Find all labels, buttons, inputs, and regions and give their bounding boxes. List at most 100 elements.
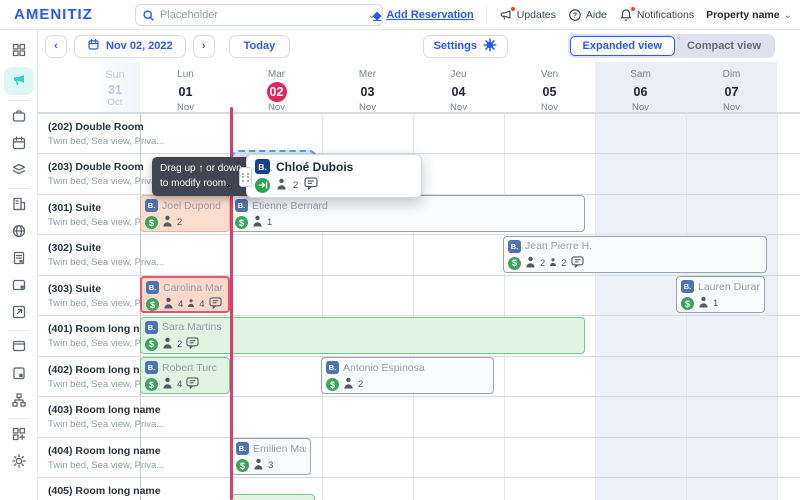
sidebar-item-clipboard[interactable]	[4, 361, 34, 388]
booking-badge: B.	[236, 442, 249, 455]
day-of-week: Jeu	[413, 69, 504, 80]
settings-button[interactable]: Settings	[423, 35, 508, 58]
adults-icon	[162, 377, 173, 392]
bell-icon	[619, 8, 633, 22]
drag-handle[interactable]	[239, 167, 252, 187]
sidebar-item-card-edit[interactable]	[4, 273, 34, 300]
gear-icon	[483, 38, 497, 55]
updates-menu[interactable]: Updates	[499, 8, 556, 22]
adults-icon	[525, 256, 536, 271]
room-description: Twin bed, Sea view, Priva...	[48, 176, 136, 187]
planning-icon	[11, 135, 27, 154]
reservation-block[interactable]: B.Antonio Espinosa$2	[321, 357, 494, 394]
weekend-shade	[595, 112, 686, 500]
calendar-toolbar: ‹ Nov 02, 2022 › Today Settings Expanded…	[38, 30, 800, 62]
invoice-icon	[11, 250, 27, 269]
room-name: (404) Room long name	[48, 445, 136, 457]
adults-icon	[276, 178, 287, 193]
sidebar-item-building[interactable]	[4, 192, 34, 219]
price-icon: $	[236, 459, 249, 472]
search-input[interactable]	[160, 9, 368, 21]
reservation-block[interactable]: B.Jean Pierre H.$22	[503, 236, 767, 273]
adults-count: 2	[540, 258, 545, 269]
room-name: (403) Room long name	[48, 404, 136, 416]
room-label-cell: (303) Suite Twin bed, Sea view, Priva...	[38, 276, 140, 316]
children-icon	[549, 257, 557, 270]
sidebar-item-grid-add[interactable]	[4, 422, 34, 449]
room-label-cell: (405) Room long name Twin bed, Sea view,…	[38, 478, 140, 500]
globe-icon	[11, 223, 27, 242]
global-search[interactable]: ⌄	[135, 4, 383, 26]
adults-count: 2	[177, 339, 182, 350]
briefcase-icon	[11, 108, 27, 127]
booking-badge: B.	[508, 240, 521, 253]
date-picker-button[interactable]: Nov 02, 2022	[74, 35, 186, 58]
grid-row-line	[38, 113, 800, 114]
property-selector[interactable]: Property name ⌄	[706, 9, 792, 21]
next-day-button[interactable]: ›	[193, 35, 215, 58]
adults-icon	[162, 337, 173, 352]
reservation-block[interactable]	[231, 494, 315, 500]
dragged-reservation-card[interactable]: B. Chloé Dubois 2	[246, 154, 422, 198]
room-label-cell: (302) Suite Twin bed, Sea view, Priva...	[38, 235, 140, 275]
grid-column-line	[504, 112, 505, 500]
compact-view-tab[interactable]: Compact view	[675, 36, 773, 56]
current-date-label: Nov 02, 2022	[106, 40, 173, 52]
reservation-block[interactable]: B.Emilien Marz...$3	[231, 438, 311, 475]
prev-day-dow: Sun	[90, 69, 140, 81]
grid-row-line	[38, 477, 800, 478]
sidebar-item-settings-gear[interactable]	[4, 449, 34, 476]
help-menu[interactable]: ? Aide	[568, 8, 607, 22]
today-button[interactable]: Today	[229, 35, 291, 58]
property-chevron-down-icon: ⌄	[784, 10, 792, 21]
room-description: Twin bed, Sea view, Priva...	[48, 338, 136, 349]
day-number: 05	[543, 85, 557, 99]
day-of-week: Mer	[322, 69, 413, 80]
updates-label: Updates	[517, 9, 556, 21]
reservation-block[interactable]: B.Carolina Mar...$44	[140, 276, 230, 313]
day-header: Lun 01 Nov	[140, 62, 231, 112]
today-date-badge: 02	[267, 82, 287, 102]
price-icon: $	[145, 378, 158, 391]
prev-day-button[interactable]: ‹	[45, 35, 67, 58]
add-reservation-button[interactable]: ◆ Add Reservation	[373, 9, 474, 22]
reservation-block[interactable]: B.Robert Turc$4	[140, 357, 230, 394]
adults-icon	[162, 215, 173, 230]
day-of-week: Dim	[686, 69, 777, 80]
expanded-view-tab[interactable]: Expanded view	[570, 36, 675, 56]
adults-count: 1	[713, 298, 718, 309]
room-label-cell: (202) Double Room Twin bed, Sea view, Pr…	[38, 114, 140, 154]
reservation-block[interactable]: B.Sara Martins$2	[140, 317, 585, 354]
booking-badge: B.	[146, 281, 159, 294]
price-icon: $	[235, 216, 248, 229]
org-chart-icon	[11, 392, 27, 411]
reservation-block[interactable]: B.Etienne Bernard$1	[230, 195, 585, 232]
sidebar-item-dashboard[interactable]	[4, 38, 34, 65]
reservation-block[interactable]: B.Lauren Durand$1	[676, 276, 765, 313]
room-description: Twin bed, Sea view, Priva...	[48, 217, 136, 228]
planning-calendar: Sun 31 OctLun 01 NovMar 02 NovMer 03 Nov…	[38, 62, 800, 500]
comment-icon	[186, 377, 199, 392]
booking-badge: B.	[145, 361, 158, 374]
sidebar-item-megaphone[interactable]	[4, 67, 34, 95]
sidebar-item-window[interactable]	[4, 334, 34, 361]
sidebar-item-briefcase[interactable]	[4, 104, 34, 131]
view-toggle: Expanded view Compact view	[568, 34, 775, 58]
children-icon	[187, 298, 195, 311]
reservation-block[interactable]: B.Joel Dupond$2	[140, 195, 230, 232]
sidebar-item-org-chart[interactable]	[4, 388, 34, 415]
guest-name: Sara Martins	[162, 321, 222, 333]
sidebar-item-external-link[interactable]	[4, 300, 34, 327]
sidebar-item-globe[interactable]	[4, 219, 34, 246]
price-icon: $	[145, 338, 158, 351]
adults-count: 2	[293, 180, 298, 191]
adults-icon	[163, 297, 174, 312]
notifications-menu[interactable]: Notifications	[619, 8, 694, 22]
room-label-cell: (402) Room long name Twin bed, Sea view,…	[38, 357, 140, 397]
calendar-icon	[87, 38, 100, 54]
guest-name: Antonio Espinosa	[343, 362, 425, 374]
sidebar-item-invoice[interactable]	[4, 246, 34, 273]
sidebar-item-layers[interactable]	[4, 158, 34, 185]
help-label: Aide	[586, 9, 607, 21]
sidebar-item-planning[interactable]	[4, 131, 34, 158]
